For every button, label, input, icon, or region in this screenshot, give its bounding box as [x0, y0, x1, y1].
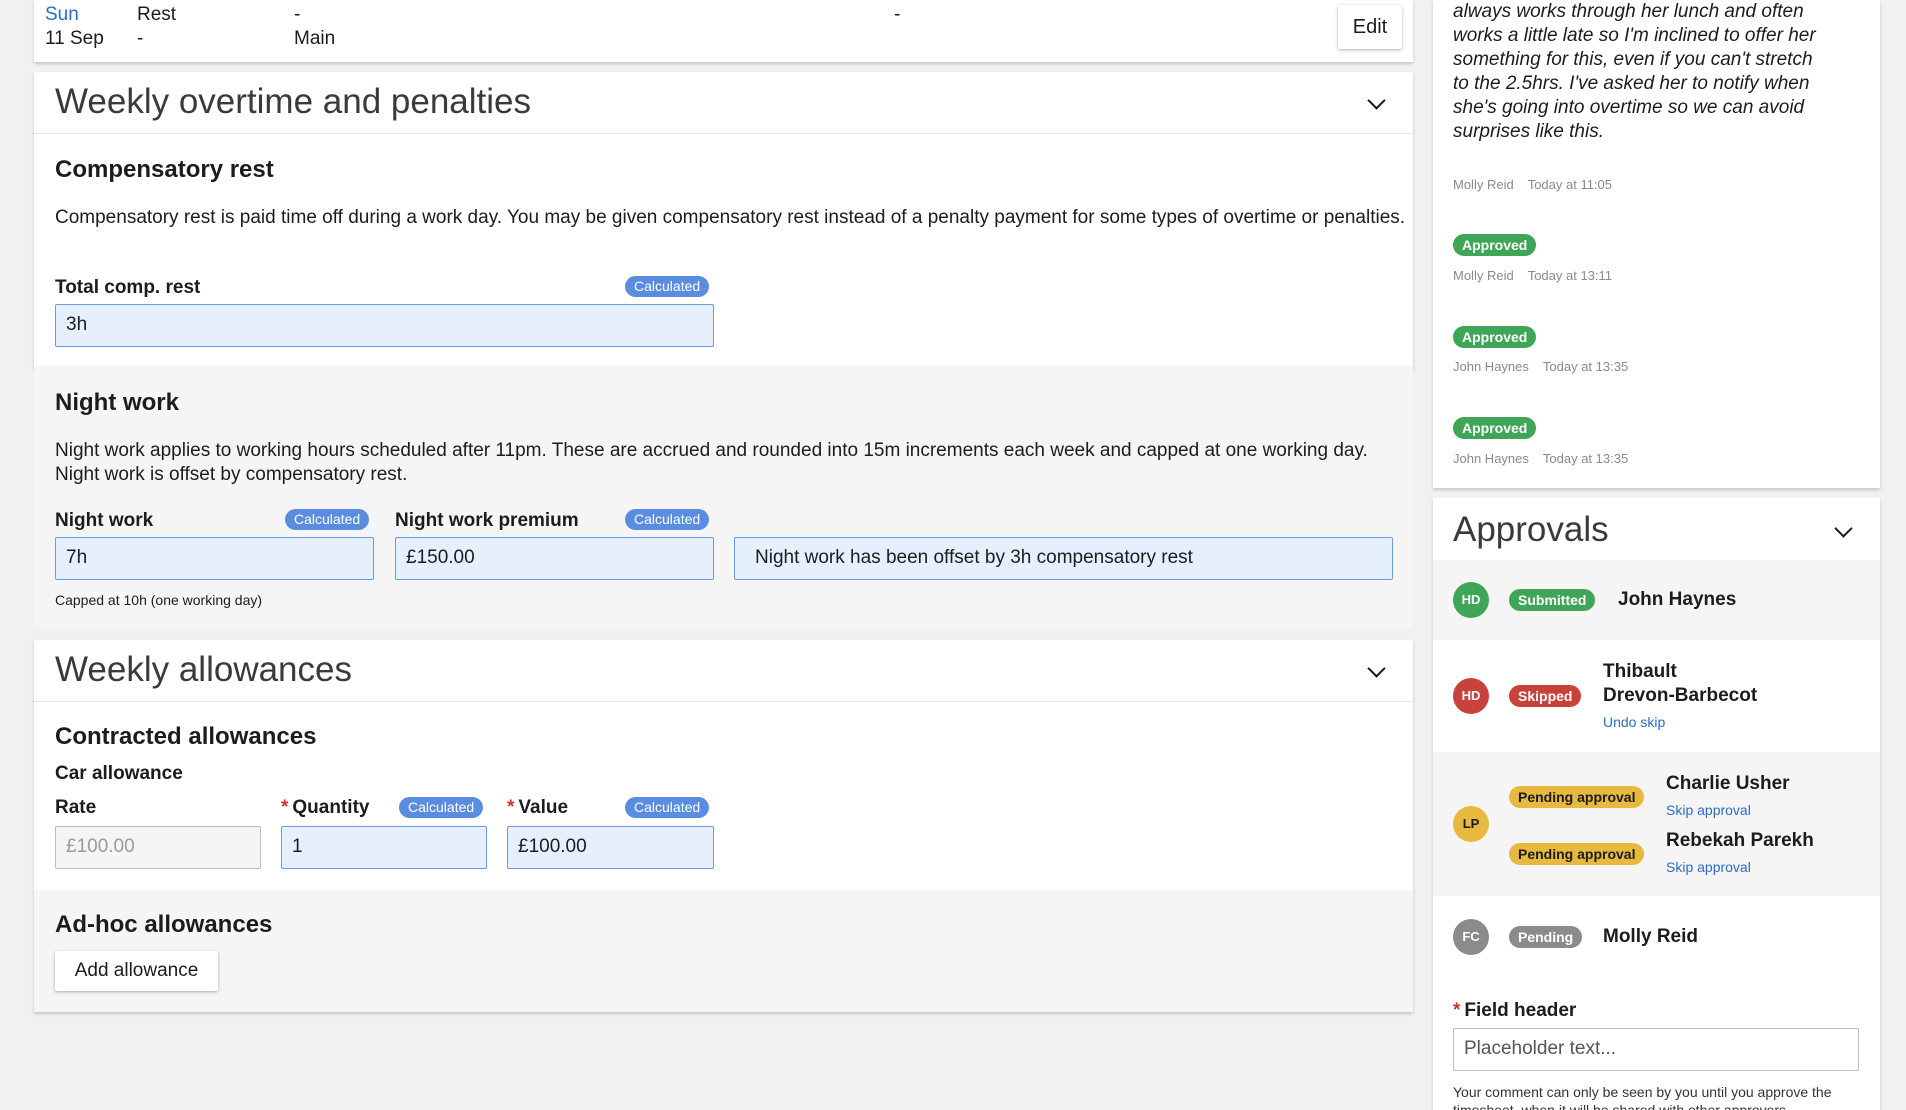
required-mark: * — [1453, 1000, 1461, 1021]
pending-approval-badge: Pending approval — [1509, 843, 1645, 865]
night-work-premium-field[interactable]: £150.00 — [395, 537, 714, 580]
undo-skip-link[interactable]: Undo skip — [1603, 714, 1665, 730]
required-mark: * — [281, 797, 289, 818]
skipped-badge: Skipped — [1509, 685, 1582, 707]
allowances-title: Weekly allowances — [55, 650, 352, 689]
calculated-badge: Calculated — [399, 797, 484, 818]
quantity-label-text: Quantity — [292, 797, 370, 818]
approver-name: Charlie Usher — [1666, 773, 1790, 794]
night-work-description: Night work applies to working hours sche… — [55, 440, 1368, 485]
calculated-badge: Calculated — [625, 276, 710, 297]
night-work-offset-info: Night work has been offset by 3h compens… — [734, 537, 1393, 580]
rate-label: Rate — [55, 797, 97, 818]
required-mark: * — [507, 797, 515, 818]
event-time: Today at 13:35 — [1542, 359, 1629, 374]
event-meta: Molly Reid Today at 13:11 — [1453, 268, 1626, 283]
avatar: FC — [1453, 919, 1489, 955]
allowances-card-header[interactable]: Weekly allowances — [34, 640, 1413, 702]
approver-name-line2: Drevon-Barbecot — [1603, 685, 1758, 706]
total-comp-rest-field[interactable]: 3h — [55, 304, 714, 347]
field-header-text: Field header — [1464, 1000, 1577, 1021]
value-label: * Value — [507, 797, 568, 819]
event-author: John Haynes — [1453, 359, 1529, 374]
overtime-title: Weekly overtime and penalties — [55, 82, 531, 121]
night-work-heading: Night work — [55, 389, 179, 416]
comment-author: Molly Reid — [1453, 177, 1514, 192]
approver-name-line1: Thibault — [1603, 661, 1677, 682]
shift-time: - — [294, 4, 301, 25]
comment-help-text: Your comment can only be seen by you unt… — [1453, 1084, 1832, 1110]
approval-row: HD Skipped Thibault Drevon-Barbecot Undo… — [1433, 640, 1880, 752]
comment-time: Today at 11:05 — [1527, 177, 1613, 192]
comment-meta: Molly Reid Today at 11:05 — [1453, 177, 1626, 192]
calculated-badge: Calculated — [625, 509, 710, 530]
skip-approval-link[interactable]: Skip approval — [1666, 859, 1751, 875]
quantity-field[interactable]: 1 — [281, 826, 487, 869]
approved-badge: Approved — [1453, 326, 1537, 348]
comment-input[interactable]: Placeholder text... — [1453, 1028, 1859, 1071]
shift-extra: - — [894, 4, 901, 25]
day-label[interactable]: Sun — [45, 4, 79, 26]
chevron-down-icon[interactable] — [1367, 91, 1386, 110]
comp-rest-heading: Compensatory rest — [55, 156, 274, 183]
event-time: Today at 13:11 — [1527, 268, 1613, 283]
avatar: LP — [1453, 806, 1489, 842]
event-time: Today at 13:35 — [1542, 451, 1629, 466]
event-author: John Haynes — [1453, 451, 1529, 466]
chevron-down-icon[interactable] — [1834, 519, 1853, 538]
quantity-label: * Quantity — [281, 797, 369, 819]
shift-type: Rest — [137, 4, 177, 25]
night-work-label: Night work — [55, 510, 154, 531]
approvals-panel: Approvals HD Submitted John Haynes HD Sk… — [1433, 498, 1880, 1110]
adhoc-section — [34, 890, 1413, 1012]
pending-approval-badge: Pending approval — [1509, 786, 1645, 808]
night-work-cap-note: Capped at 10h (one working day) — [55, 592, 263, 608]
shift-location: Main — [294, 28, 336, 49]
value-field[interactable]: £100.00 — [507, 826, 714, 869]
shift-type-sub: - — [137, 28, 144, 49]
approved-badge: Approved — [1453, 417, 1537, 439]
approver-name: Rebekah Parekh — [1666, 830, 1814, 851]
comments-panel: always works through her lunch and often… — [1433, 0, 1880, 488]
event-author: Molly Reid — [1453, 268, 1514, 283]
approver-name: John Haynes — [1618, 589, 1737, 610]
approval-row: FC Pending Molly Reid — [1433, 896, 1880, 978]
night-work-premium-label: Night work premium — [395, 510, 579, 531]
calculated-badge: Calculated — [625, 797, 710, 818]
submitted-badge: Submitted — [1509, 589, 1596, 611]
value-label-text: Value — [518, 797, 569, 818]
edit-day-button[interactable]: Edit — [1338, 5, 1402, 49]
approvals-title: Approvals — [1453, 510, 1609, 549]
comment-text: always works through her lunch and often… — [1453, 1, 1816, 142]
approved-badge: Approved — [1453, 234, 1537, 256]
approval-row: HD Submitted John Haynes — [1433, 560, 1880, 640]
night-work-hours-field[interactable]: 7h — [55, 537, 374, 580]
rate-field: £100.00 — [55, 826, 261, 869]
comp-rest-description: Compensatory rest is paid time off durin… — [55, 207, 1406, 228]
date-label: 11 Sep — [45, 28, 104, 49]
day-row-sunday: Sun 11 Sep Rest - - Main - Edit — [34, 0, 1413, 62]
skip-approval-link[interactable]: Skip approval — [1666, 802, 1751, 818]
approval-row: LP Pending approval Charlie Usher Skip a… — [1433, 752, 1880, 896]
field-header-label: * Field header — [1453, 1000, 1576, 1022]
event-meta: John Haynes Today at 13:35 — [1453, 359, 1642, 374]
timesheet-side-column: always works through her lunch and often… — [1433, 0, 1880, 1110]
overtime-card-header[interactable]: Weekly overtime and penalties — [34, 72, 1413, 134]
calculated-badge: Calculated — [285, 509, 370, 530]
adhoc-allowances-heading: Ad-hoc allowances — [55, 911, 273, 938]
chevron-down-icon[interactable] — [1367, 659, 1386, 678]
total-comp-rest-label: Total comp. rest — [55, 277, 201, 298]
avatar: HD — [1453, 582, 1489, 618]
add-allowance-button[interactable]: Add allowance — [55, 951, 218, 991]
approver-name: Molly Reid — [1603, 926, 1699, 947]
contracted-allowances-heading: Contracted allowances — [55, 723, 317, 750]
event-meta: John Haynes Today at 13:35 — [1453, 451, 1642, 466]
night-work-section — [34, 366, 1413, 628]
car-allowance-label: Car allowance — [55, 763, 183, 784]
timesheet-main-column: Sun 11 Sep Rest - - Main - Edit Weekly o… — [34, 0, 1413, 1012]
pending-badge: Pending — [1509, 926, 1583, 948]
avatar: HD — [1453, 678, 1489, 714]
